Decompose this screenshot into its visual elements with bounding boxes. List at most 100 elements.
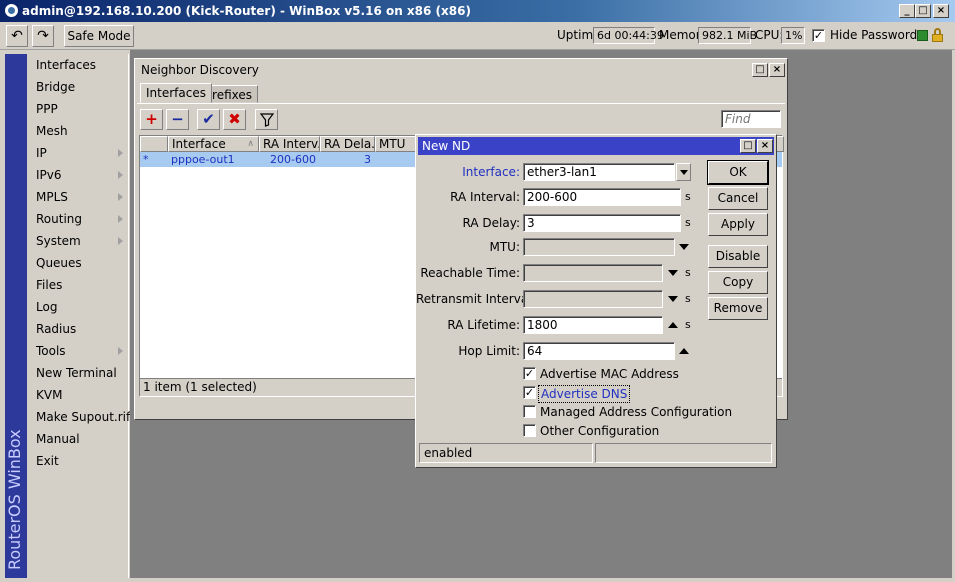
ra-delay-input[interactable]: 3: [523, 214, 681, 232]
sidebar-item-exit[interactable]: Exit: [27, 450, 128, 472]
retransmit-interval-dropdown-icon[interactable]: [668, 296, 678, 302]
new-nd-dialog: New ND □ × Interface: ether3-lan1 RA Int…: [415, 134, 777, 468]
row-ra-delay: 3: [364, 153, 371, 166]
find-input[interactable]: [721, 110, 781, 128]
remove-button[interactable]: Remove: [708, 297, 768, 320]
uptime-value: 6d 00:44:39: [593, 27, 664, 44]
row-interface: pppoe-out1: [171, 153, 235, 166]
interface-column-header[interactable]: Interface ∧: [168, 136, 259, 152]
advertise-mac-checkbox[interactable]: ✓: [523, 367, 536, 380]
sidebar-item-label: System: [36, 234, 81, 248]
submenu-arrow-icon: [118, 215, 123, 223]
undo-button[interactable]: ↶: [6, 25, 28, 47]
advertise-dns-checkbox[interactable]: ✓: [523, 386, 536, 399]
sidebar-item-ipv6[interactable]: IPv6: [27, 164, 128, 186]
ra-interval-column-header[interactable]: RA Interv...: [259, 136, 320, 152]
sidebar-item-mpls[interactable]: MPLS: [27, 186, 128, 208]
close-button[interactable]: ×: [933, 4, 949, 18]
nd-window-title[interactable]: Neighbor Discovery: [137, 61, 785, 79]
reachable-time-dropdown-icon[interactable]: [668, 270, 678, 276]
apply-button[interactable]: Apply: [708, 213, 768, 236]
hop-limit-collapse-icon[interactable]: [679, 348, 689, 354]
hide-passwords-checkbox[interactable]: ✓: [812, 29, 825, 42]
row-flag: *: [143, 153, 149, 166]
cpu-label: CPU:: [755, 28, 784, 42]
mtu-dropdown-icon[interactable]: [679, 244, 689, 250]
sidebar-item-label: Tools: [36, 344, 66, 358]
maximize-button[interactable]: □: [915, 4, 931, 18]
sidebar-item-interfaces[interactable]: Interfaces: [27, 54, 128, 76]
redo-button[interactable]: ↷: [32, 25, 54, 47]
sidebar-item-label: Manual: [36, 432, 80, 446]
sidebar-item-routing[interactable]: Routing: [27, 208, 128, 230]
sidebar-item-radius[interactable]: Radius: [27, 318, 128, 340]
sidebar-item-manual[interactable]: Manual: [27, 428, 128, 450]
copy-button[interactable]: Copy: [708, 271, 768, 294]
sidebar-item-files[interactable]: Files: [27, 274, 128, 296]
sidebar-item-label: Radius: [36, 322, 77, 336]
brand-label: RouterOS WinBox: [5, 429, 24, 570]
add-button[interactable]: +: [140, 109, 163, 130]
sidebar-item-label: Exit: [36, 454, 59, 468]
sidebar-item-mesh[interactable]: Mesh: [27, 120, 128, 142]
cpu-value: 1%: [781, 27, 805, 44]
plus-icon: +: [145, 110, 158, 128]
managed-address-config-label: Managed Address Configuration: [540, 405, 733, 419]
reachable-time-unit: s: [685, 266, 691, 279]
filter-button[interactable]: [255, 109, 278, 130]
interface-dropdown-button[interactable]: [676, 163, 691, 181]
remove-button[interactable]: −: [166, 109, 189, 130]
sidebar-item-label: New Terminal: [36, 366, 117, 380]
mtu-input[interactable]: [523, 238, 675, 256]
retransmit-interval-label: Retransmit Interval:: [416, 292, 536, 306]
check-icon: ✔: [202, 110, 215, 128]
sidebar-item-label: KVM: [36, 388, 63, 402]
mtu-label: MTU:: [489, 240, 520, 254]
hop-limit-input[interactable]: 64: [523, 342, 675, 360]
other-config-checkbox[interactable]: [523, 424, 536, 437]
nd-maximize-button[interactable]: □: [752, 63, 768, 77]
nd-close-button[interactable]: ×: [769, 63, 785, 77]
minimize-button[interactable]: _: [899, 4, 915, 18]
sidebar-item-make-supout[interactable]: Make Supout.rif: [27, 406, 130, 428]
dialog-status: enabled: [419, 443, 593, 463]
tab-interfaces[interactable]: Interfaces: [140, 83, 212, 103]
cancel-button[interactable]: Cancel: [708, 187, 768, 210]
sidebar-item-queues[interactable]: Queues: [27, 252, 128, 274]
sidebar-item-new-terminal[interactable]: New Terminal: [27, 362, 128, 384]
ok-button[interactable]: OK: [708, 161, 768, 184]
ra-delay-column-header[interactable]: RA Dela...: [320, 136, 375, 152]
window-title-bar: admin@192.168.10.200 (Kick-Router) - Win…: [0, 0, 955, 22]
retransmit-interval-input[interactable]: [523, 290, 663, 308]
ra-lifetime-input[interactable]: 1800: [523, 316, 663, 334]
row-ra-interval: 200-600: [270, 153, 316, 166]
lock-icon: [932, 28, 943, 42]
dialog-close-button[interactable]: ×: [757, 139, 773, 153]
enable-button[interactable]: ✔: [197, 109, 220, 130]
sidebar-item-kvm[interactable]: KVM: [27, 384, 128, 406]
sidebar-item-ppp[interactable]: PPP: [27, 98, 128, 120]
disable-button[interactable]: ✖: [223, 109, 246, 130]
hide-passwords-label: Hide Passwords: [830, 28, 924, 42]
safe-mode-button[interactable]: Safe Mode: [64, 25, 134, 47]
flag-column-header[interactable]: [140, 136, 168, 152]
reachable-time-label: Reachable Time:: [420, 266, 520, 280]
ra-lifetime-collapse-icon[interactable]: [668, 322, 678, 328]
sidebar-item-tools[interactable]: Tools: [27, 340, 128, 362]
submenu-arrow-icon: [118, 171, 123, 179]
cross-icon: ✖: [228, 110, 241, 128]
other-config-label: Other Configuration: [540, 424, 660, 438]
disable-button[interactable]: Disable: [708, 245, 768, 268]
winbox-app-icon: [4, 3, 19, 18]
managed-address-config-checkbox[interactable]: [523, 405, 536, 418]
sidebar-item-system[interactable]: System: [27, 230, 128, 252]
dialog-title[interactable]: New ND: [418, 137, 774, 155]
ra-interval-input[interactable]: 200-600: [523, 188, 681, 206]
reachable-time-input[interactable]: [523, 264, 663, 282]
dialog-maximize-button[interactable]: □: [740, 139, 756, 153]
sidebar-item-bridge[interactable]: Bridge: [27, 76, 128, 98]
sidebar-item-log[interactable]: Log: [27, 296, 128, 318]
sort-ascending-icon: ∧: [247, 139, 254, 149]
interface-select[interactable]: ether3-lan1: [523, 163, 675, 181]
sidebar-item-ip[interactable]: IP: [27, 142, 128, 164]
